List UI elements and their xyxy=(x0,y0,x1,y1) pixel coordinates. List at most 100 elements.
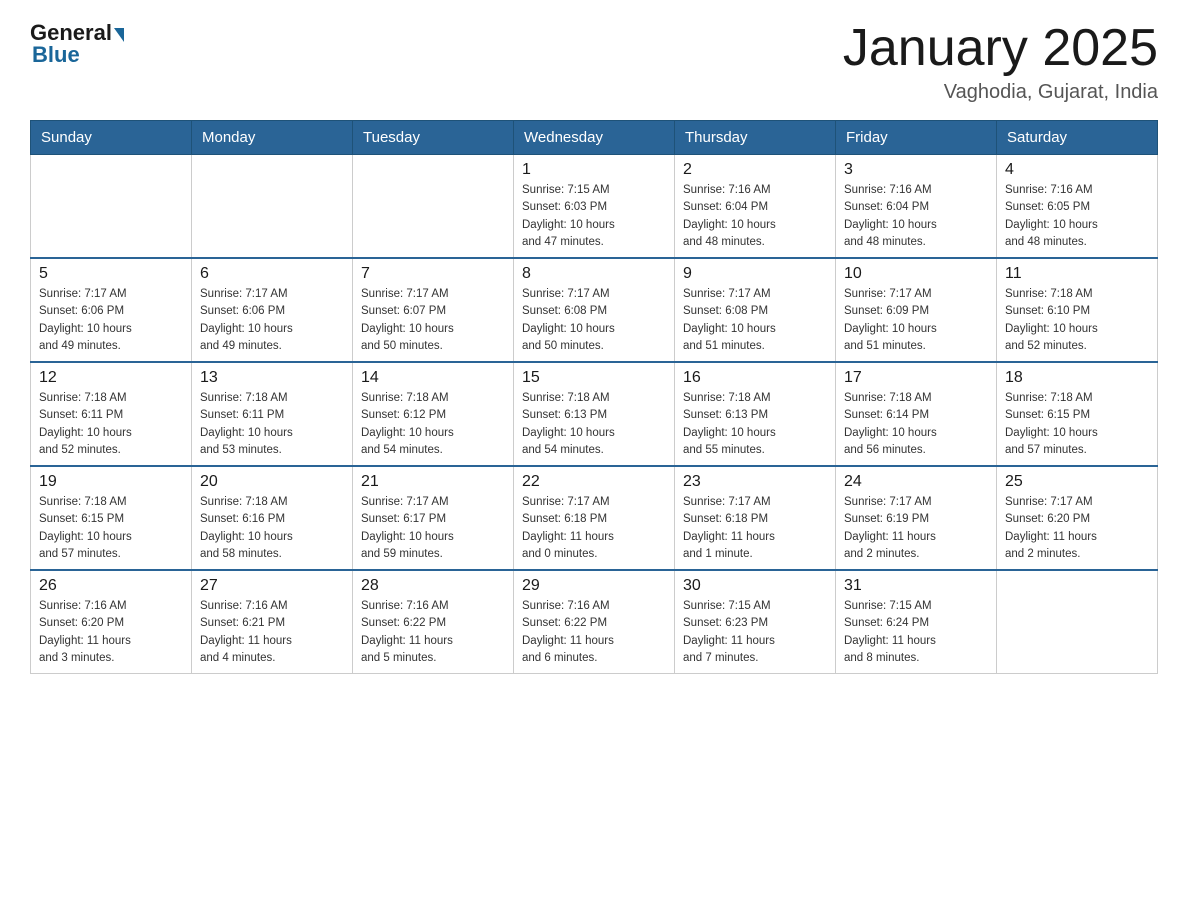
logo-arrow-icon xyxy=(114,28,124,42)
day-number: 27 xyxy=(200,577,344,595)
logo-blue-text: Blue xyxy=(32,42,124,68)
calendar-week-row: 1 Sunrise: 7:15 AMSunset: 6:03 PMDaylight… xyxy=(31,155,1158,259)
day-number: 3 xyxy=(844,161,988,179)
day-info: Sunrise: 7:18 AMSunset: 6:14 PMDaylight:… xyxy=(844,390,988,459)
weekday-header-thursday: Thursday xyxy=(675,121,836,155)
day-number: 19 xyxy=(39,473,183,491)
day-info: Sunrise: 7:17 AMSunset: 6:09 PMDaylight:… xyxy=(844,286,988,355)
day-info: Sunrise: 7:17 AMSunset: 6:06 PMDaylight:… xyxy=(200,286,344,355)
calendar-cell xyxy=(997,570,1158,674)
day-number: 24 xyxy=(844,473,988,491)
day-info: Sunrise: 7:18 AMSunset: 6:15 PMDaylight:… xyxy=(39,494,183,563)
day-info: Sunrise: 7:16 AMSunset: 6:22 PMDaylight:… xyxy=(522,598,666,667)
day-number: 10 xyxy=(844,265,988,283)
calendar-cell xyxy=(353,155,514,259)
calendar-cell: 16 Sunrise: 7:18 AMSunset: 6:13 PMDayligh… xyxy=(675,362,836,466)
day-info: Sunrise: 7:17 AMSunset: 6:20 PMDaylight:… xyxy=(1005,494,1149,563)
location-text: Vaghodia, Gujarat, India xyxy=(843,81,1158,104)
day-number: 22 xyxy=(522,473,666,491)
day-info: Sunrise: 7:18 AMSunset: 6:13 PMDaylight:… xyxy=(683,390,827,459)
calendar-cell: 2 Sunrise: 7:16 AMSunset: 6:04 PMDaylight… xyxy=(675,155,836,259)
day-info: Sunrise: 7:18 AMSunset: 6:11 PMDaylight:… xyxy=(200,390,344,459)
calendar-cell: 29 Sunrise: 7:16 AMSunset: 6:22 PMDayligh… xyxy=(514,570,675,674)
calendar-cell: 11 Sunrise: 7:18 AMSunset: 6:10 PMDayligh… xyxy=(997,258,1158,362)
day-number: 7 xyxy=(361,265,505,283)
calendar-cell: 23 Sunrise: 7:17 AMSunset: 6:18 PMDayligh… xyxy=(675,466,836,570)
day-info: Sunrise: 7:17 AMSunset: 6:19 PMDaylight:… xyxy=(844,494,988,563)
day-number: 18 xyxy=(1005,369,1149,387)
calendar-week-row: 19 Sunrise: 7:18 AMSunset: 6:15 PMDayligh… xyxy=(31,466,1158,570)
day-info: Sunrise: 7:18 AMSunset: 6:16 PMDaylight:… xyxy=(200,494,344,563)
calendar-cell: 12 Sunrise: 7:18 AMSunset: 6:11 PMDayligh… xyxy=(31,362,192,466)
calendar-cell xyxy=(192,155,353,259)
calendar-cell xyxy=(31,155,192,259)
calendar-week-row: 12 Sunrise: 7:18 AMSunset: 6:11 PMDayligh… xyxy=(31,362,1158,466)
calendar-cell: 26Sunrise: 7:16 AMSunset: 6:20 PMDayligh… xyxy=(31,570,192,674)
day-info: Sunrise: 7:17 AMSunset: 6:18 PMDaylight:… xyxy=(683,494,827,563)
day-info: Sunrise: 7:16 AMSunset: 6:20 PMDaylight:… xyxy=(39,598,183,667)
day-number: 9 xyxy=(683,265,827,283)
calendar-cell: 1 Sunrise: 7:15 AMSunset: 6:03 PMDaylight… xyxy=(514,155,675,259)
day-info: Sunrise: 7:17 AMSunset: 6:07 PMDaylight:… xyxy=(361,286,505,355)
day-number: 20 xyxy=(200,473,344,491)
calendar-cell: 8Sunrise: 7:17 AMSunset: 6:08 PMDaylight… xyxy=(514,258,675,362)
day-info: Sunrise: 7:17 AMSunset: 6:17 PMDaylight:… xyxy=(361,494,505,563)
day-number: 29 xyxy=(522,577,666,595)
weekday-header-wednesday: Wednesday xyxy=(514,121,675,155)
day-info: Sunrise: 7:16 AMSunset: 6:22 PMDaylight:… xyxy=(361,598,505,667)
weekday-header-saturday: Saturday xyxy=(997,121,1158,155)
day-number: 14 xyxy=(361,369,505,387)
calendar-week-row: 5 Sunrise: 7:17 AMSunset: 6:06 PMDaylight… xyxy=(31,258,1158,362)
calendar-week-row: 26Sunrise: 7:16 AMSunset: 6:20 PMDayligh… xyxy=(31,570,1158,674)
day-number: 5 xyxy=(39,265,183,283)
day-info: Sunrise: 7:17 AMSunset: 6:18 PMDaylight:… xyxy=(522,494,666,563)
day-number: 16 xyxy=(683,369,827,387)
month-title: January 2025 xyxy=(843,20,1158,77)
day-info: Sunrise: 7:18 AMSunset: 6:15 PMDaylight:… xyxy=(1005,390,1149,459)
calendar-cell: 6Sunrise: 7:17 AMSunset: 6:06 PMDaylight… xyxy=(192,258,353,362)
calendar-cell: 13 Sunrise: 7:18 AMSunset: 6:11 PMDayligh… xyxy=(192,362,353,466)
day-number: 1 xyxy=(522,161,666,179)
day-info: Sunrise: 7:15 AMSunset: 6:23 PMDaylight:… xyxy=(683,598,827,667)
day-info: Sunrise: 7:15 AMSunset: 6:03 PMDaylight:… xyxy=(522,182,666,251)
day-info: Sunrise: 7:18 AMSunset: 6:13 PMDaylight:… xyxy=(522,390,666,459)
calendar-cell: 25Sunrise: 7:17 AMSunset: 6:20 PMDayligh… xyxy=(997,466,1158,570)
day-info: Sunrise: 7:17 AMSunset: 6:06 PMDaylight:… xyxy=(39,286,183,355)
calendar-cell: 20 Sunrise: 7:18 AMSunset: 6:16 PMDayligh… xyxy=(192,466,353,570)
calendar-cell: 14 Sunrise: 7:18 AMSunset: 6:12 PMDayligh… xyxy=(353,362,514,466)
calendar-cell: 17Sunrise: 7:18 AMSunset: 6:14 PMDayligh… xyxy=(836,362,997,466)
day-number: 21 xyxy=(361,473,505,491)
weekday-header-sunday: Sunday xyxy=(31,121,192,155)
day-number: 15 xyxy=(522,369,666,387)
day-info: Sunrise: 7:16 AMSunset: 6:04 PMDaylight:… xyxy=(683,182,827,251)
day-info: Sunrise: 7:16 AMSunset: 6:04 PMDaylight:… xyxy=(844,182,988,251)
day-info: Sunrise: 7:18 AMSunset: 6:12 PMDaylight:… xyxy=(361,390,505,459)
calendar-cell: 21 Sunrise: 7:17 AMSunset: 6:17 PMDayligh… xyxy=(353,466,514,570)
day-number: 2 xyxy=(683,161,827,179)
calendar-cell: 5 Sunrise: 7:17 AMSunset: 6:06 PMDaylight… xyxy=(31,258,192,362)
calendar-cell: 4Sunrise: 7:16 AMSunset: 6:05 PMDaylight… xyxy=(997,155,1158,259)
calendar-cell: 24 Sunrise: 7:17 AMSunset: 6:19 PMDayligh… xyxy=(836,466,997,570)
day-number: 13 xyxy=(200,369,344,387)
day-number: 31 xyxy=(844,577,988,595)
day-number: 11 xyxy=(1005,265,1149,283)
day-number: 30 xyxy=(683,577,827,595)
day-info: Sunrise: 7:17 AMSunset: 6:08 PMDaylight:… xyxy=(522,286,666,355)
day-number: 12 xyxy=(39,369,183,387)
calendar-cell: 22 Sunrise: 7:17 AMSunset: 6:18 PMDayligh… xyxy=(514,466,675,570)
day-info: Sunrise: 7:15 AMSunset: 6:24 PMDaylight:… xyxy=(844,598,988,667)
calendar-cell: 18 Sunrise: 7:18 AMSunset: 6:15 PMDayligh… xyxy=(997,362,1158,466)
day-info: Sunrise: 7:18 AMSunset: 6:11 PMDaylight:… xyxy=(39,390,183,459)
day-info: Sunrise: 7:18 AMSunset: 6:10 PMDaylight:… xyxy=(1005,286,1149,355)
weekday-header-row: SundayMondayTuesdayWednesdayThursdayFrid… xyxy=(31,121,1158,155)
calendar-cell: 19 Sunrise: 7:18 AMSunset: 6:15 PMDayligh… xyxy=(31,466,192,570)
logo: General Blue xyxy=(30,20,124,68)
calendar-cell: 3 Sunrise: 7:16 AMSunset: 6:04 PMDaylight… xyxy=(836,155,997,259)
calendar-cell: 31 Sunrise: 7:15 AMSunset: 6:24 PMDayligh… xyxy=(836,570,997,674)
weekday-header-tuesday: Tuesday xyxy=(353,121,514,155)
title-section: January 2025 Vaghodia, Gujarat, India xyxy=(843,20,1158,104)
calendar-cell: 9Sunrise: 7:17 AMSunset: 6:08 PMDaylight… xyxy=(675,258,836,362)
calendar-cell: 7 Sunrise: 7:17 AMSunset: 6:07 PMDaylight… xyxy=(353,258,514,362)
calendar-cell: 10 Sunrise: 7:17 AMSunset: 6:09 PMDayligh… xyxy=(836,258,997,362)
day-number: 23 xyxy=(683,473,827,491)
